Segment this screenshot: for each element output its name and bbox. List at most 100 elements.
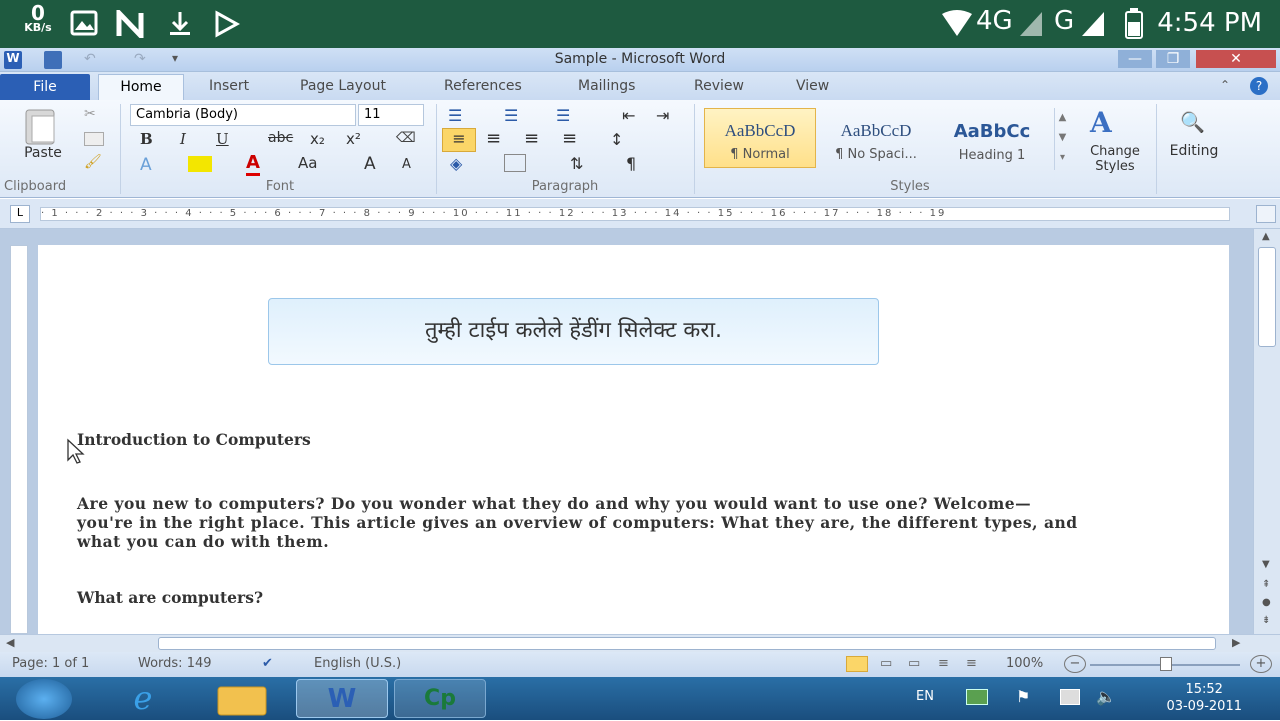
borders-icon[interactable] [504,154,526,172]
zoom-level[interactable]: 100% [1006,656,1043,671]
draft-icon[interactable]: ≡ [966,656,977,671]
minimize-button[interactable]: — [1118,50,1152,68]
tab-home[interactable]: Home [98,74,184,101]
print-layout-icon[interactable] [846,656,868,672]
tab-insert[interactable]: Insert [209,78,249,94]
style-normal[interactable]: AaBbCcD ¶ Normal [704,108,816,168]
zoom-in-button[interactable]: + [1250,655,1272,673]
document-heading[interactable]: Introduction to Computers [77,430,311,449]
previous-page-icon[interactable]: ⇞ [1262,579,1270,590]
word-title-bar: W ↶ ↷ ▾ Sample - Microsoft Word — ❐ ✕ [0,48,1280,72]
decrease-indent-icon[interactable]: ⇤ [622,106,635,125]
select-browse-object-icon[interactable]: ● [1262,597,1271,608]
scroll-down-icon[interactable]: ▼ [1262,559,1270,570]
tab-mailings[interactable]: Mailings [578,78,635,94]
bullets-icon[interactable]: ☰ [448,106,462,125]
internet-explorer-icon[interactable]: e [108,679,178,718]
zoom-slider-thumb[interactable] [1160,657,1172,671]
justify-button[interactable]: ≡ [562,128,577,149]
volume-icon[interactable]: 🔈 [1096,687,1116,706]
superscript-button[interactable]: x² [346,130,361,148]
bold-button[interactable]: B [140,130,153,148]
shading-icon[interactable]: ◈ [450,154,462,173]
tab-references[interactable]: References [444,78,522,94]
cut-icon[interactable]: ✂ [84,106,96,122]
style-heading-1[interactable]: AaBbCc Heading 1 [936,108,1048,168]
help-icon[interactable]: ? [1250,77,1268,95]
editing-label[interactable]: Editing [1160,143,1228,159]
full-screen-reading-icon[interactable]: ▭ [880,656,892,671]
align-right-button[interactable]: ≡ [524,128,539,149]
zoom-out-button[interactable]: − [1064,655,1086,673]
document-subheading[interactable]: What are computers? [77,588,263,607]
mouse-cursor-icon [66,438,86,468]
language-bar[interactable]: EN [916,689,934,704]
styles-scroll-icon[interactable]: ▲ ▼ ▾ [1054,108,1070,170]
scroll-left-icon[interactable]: ◀ [6,636,14,649]
file-explorer-icon[interactable] [212,679,282,718]
paste-label[interactable]: Paste [18,145,68,161]
align-center-button[interactable]: ≡ [486,128,501,149]
text-effects-icon[interactable]: A [140,155,152,175]
multilevel-list-icon[interactable]: ☰ [556,106,570,125]
clear-format-icon[interactable]: ⌫ [396,130,416,146]
sort-icon[interactable]: ⇅ [570,154,583,173]
tab-review[interactable]: Review [694,78,744,94]
change-styles-label[interactable]: Change Styles [1078,144,1152,174]
change-styles-icon[interactable]: A [1090,106,1112,139]
increase-indent-icon[interactable]: ⇥ [656,106,669,125]
shrink-font-button[interactable]: A [402,157,411,172]
vertical-scrollbar[interactable]: ▲ ▼ ⇞ ● ⇟ [1253,229,1280,634]
outline-icon[interactable]: ≡ [938,656,949,671]
action-center-flag-icon[interactable]: ⚑ [1016,687,1030,706]
window-title: Sample - Microsoft Word [554,51,726,67]
horizontal-scroll-thumb[interactable] [158,637,1216,650]
next-page-icon[interactable]: ⇟ [1262,615,1270,626]
strikethrough-button[interactable]: abc [268,130,293,146]
italic-button[interactable]: I [180,130,186,148]
document-paragraph[interactable]: Are you new to computers? Do you wonder … [77,494,1087,551]
page-count[interactable]: Page: 1 of 1 [12,656,89,671]
binoculars-icon[interactable]: 🔍 [1180,110,1205,134]
copy-icon[interactable] [84,132,104,146]
proofing-icon[interactable]: ✔ [262,656,273,671]
collapse-ribbon-icon[interactable]: ⌃ [1220,78,1230,92]
network-4g-label: 4G [976,6,1013,36]
word-count[interactable]: Words: 149 [138,656,212,671]
windows-taskbar: e W Cp EN ⚑ 🔈 15:52 03-09-2011 [0,677,1280,720]
tray-clock[interactable]: 15:52 03-09-2011 [1166,681,1242,715]
line-spacing-icon[interactable]: ↕ [610,130,623,149]
network-tray-icon[interactable] [1060,689,1080,705]
word-taskbar-button[interactable]: W [296,679,388,718]
horizontal-scrollbar[interactable]: ◀ ▶ [0,634,1280,652]
font-name-combo[interactable]: Cambria (Body) [130,104,356,126]
format-painter-icon[interactable]: 🖌 [84,154,102,170]
grow-font-button[interactable]: A [364,154,376,174]
scroll-up-icon[interactable]: ▲ [1262,231,1270,242]
tab-page-layout[interactable]: Page Layout [300,78,386,94]
highlight-icon[interactable] [188,156,212,172]
language-indicator[interactable]: English (U.S.) [314,656,401,671]
subscript-button[interactable]: x₂ [310,130,325,148]
align-left-button[interactable]: ≡ [442,128,476,152]
numbering-icon[interactable]: ☰ [504,106,518,125]
view-ruler-icon[interactable] [1256,205,1276,223]
tab-view[interactable]: View [796,78,829,94]
change-case-button[interactable]: Aa [298,154,317,172]
vertical-scroll-thumb[interactable] [1258,247,1276,347]
style-no-spacing[interactable]: AaBbCcD ¶ No Spaci... [820,108,932,168]
cp-taskbar-button[interactable]: Cp [394,679,486,718]
underline-button[interactable]: U [216,130,229,148]
font-size-combo[interactable]: 11 [358,104,424,126]
tab-selector[interactable]: L [10,205,30,223]
scroll-right-icon[interactable]: ▶ [1232,636,1240,649]
show-formatting-button[interactable]: ¶ [626,154,636,173]
tab-file[interactable]: File [0,74,90,100]
start-button[interactable] [16,679,72,719]
close-button[interactable]: ✕ [1196,50,1276,68]
tray-icon[interactable] [966,689,988,705]
web-layout-icon[interactable]: ▭ [908,656,920,671]
font-color-button[interactable]: A [246,152,260,176]
maximize-button[interactable]: ❐ [1156,50,1190,68]
paste-icon[interactable] [22,106,62,146]
